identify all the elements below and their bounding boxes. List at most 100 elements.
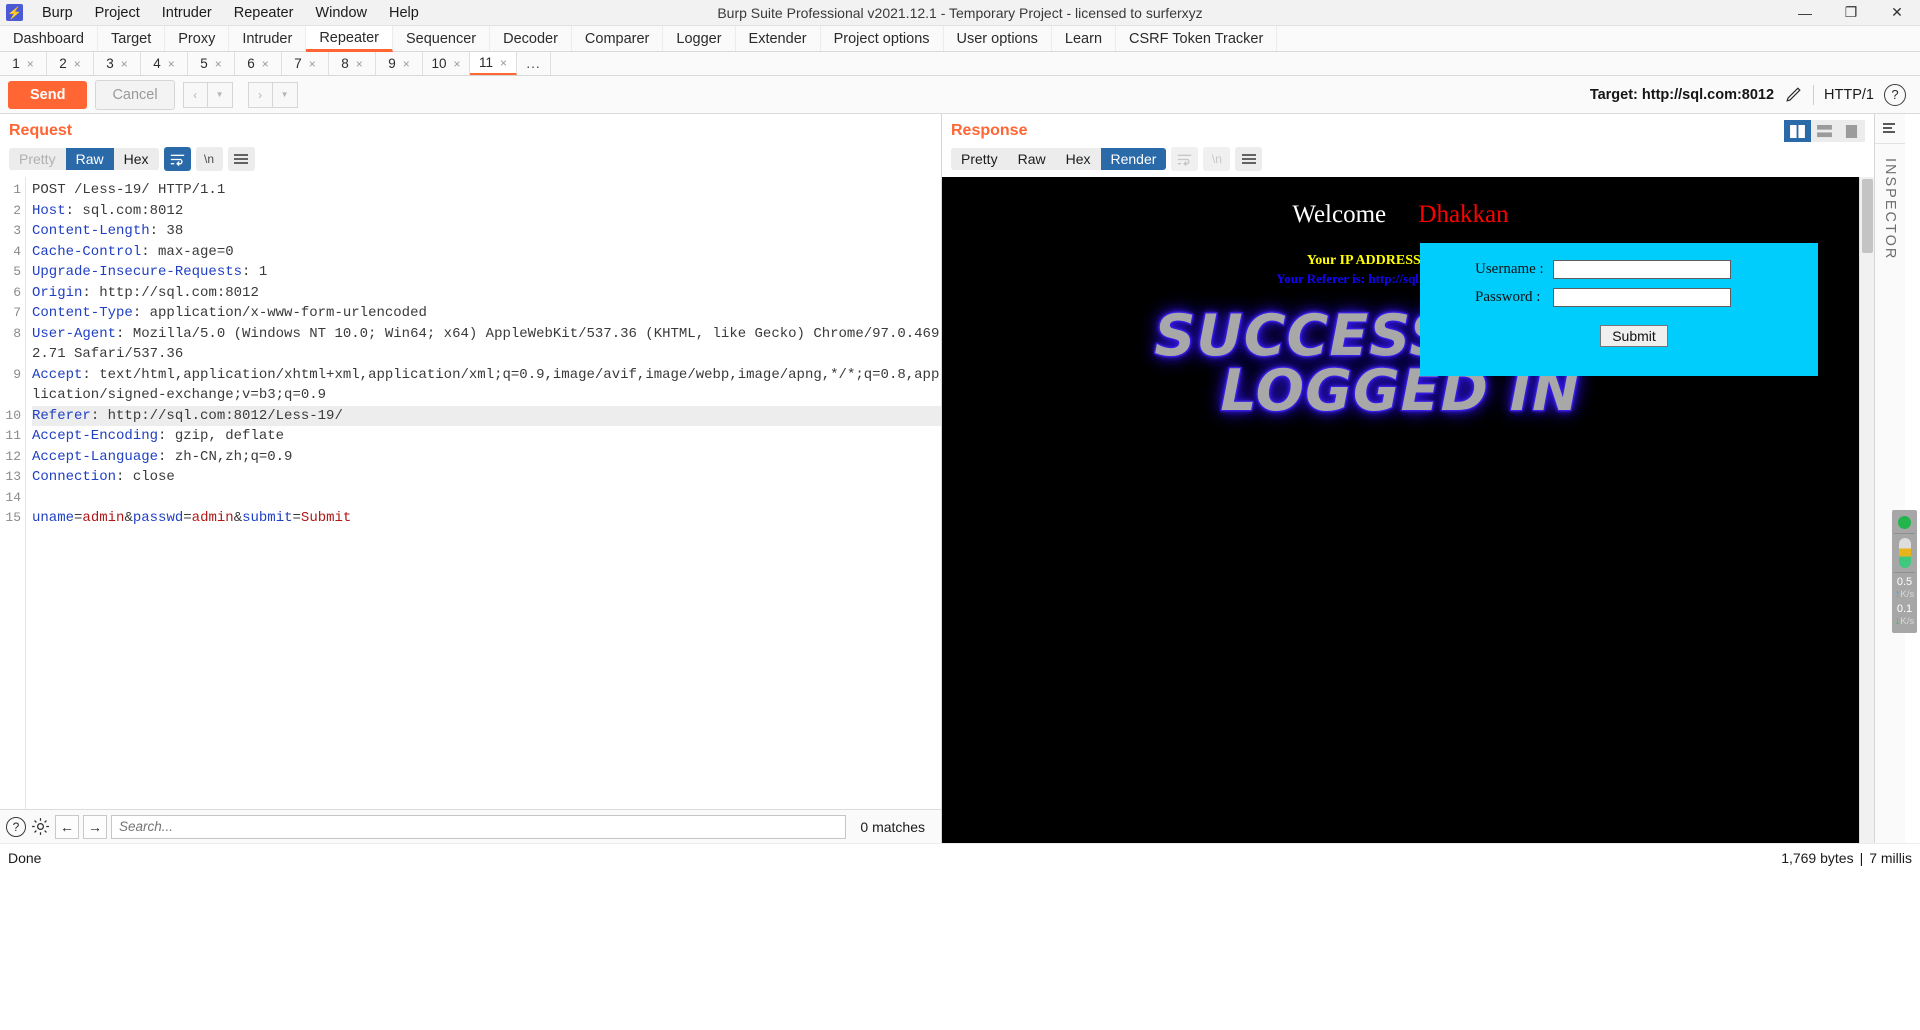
code-line[interactable]: User-Agent: Mozilla/5.0 (Windows NT 10.0… xyxy=(32,324,941,365)
repeater-tab-6[interactable]: 6 × xyxy=(235,52,282,75)
submit-button[interactable]: Submit xyxy=(1600,325,1668,347)
forward-history-dropdown[interactable]: ▼ xyxy=(272,81,298,108)
tab-project-options[interactable]: Project options xyxy=(821,26,944,51)
close-button[interactable]: ✕ xyxy=(1874,0,1920,25)
tab-logger[interactable]: Logger xyxy=(663,26,736,51)
repeater-tab-11[interactable]: 11 × xyxy=(470,52,517,75)
code-line[interactable]: Referer: http://sql.com:8012/Less-19/ xyxy=(32,405,941,426)
newline-icon[interactable]: \n xyxy=(195,147,223,171)
tab-csrf-token-tracker[interactable]: CSRF Token Tracker xyxy=(1116,26,1278,51)
tab-target[interactable]: Target xyxy=(98,26,166,51)
repeater-tab-9[interactable]: 9 × xyxy=(376,52,423,75)
tab-repeater[interactable]: Repeater xyxy=(306,26,393,52)
response-tab-hex[interactable]: Hex xyxy=(1055,148,1101,170)
code-line[interactable]: Accept-Encoding: gzip, deflate xyxy=(32,426,941,447)
code-line[interactable]: Cache-Control: max-age=0 xyxy=(32,242,941,263)
response-menu-icon[interactable] xyxy=(1235,147,1263,171)
close-icon[interactable]: × xyxy=(168,57,175,71)
search-next-button[interactable]: → xyxy=(83,814,107,839)
split-vertical-view-button[interactable] xyxy=(1784,120,1811,142)
username-field[interactable] xyxy=(1553,260,1731,279)
code-line[interactable]: Content-Length: 38 xyxy=(32,221,941,242)
tab-proxy[interactable]: Proxy xyxy=(165,26,230,51)
close-icon[interactable]: × xyxy=(27,57,34,71)
close-icon[interactable]: × xyxy=(309,57,316,71)
close-icon[interactable]: × xyxy=(403,57,410,71)
tab-dashboard[interactable]: Dashboard xyxy=(0,26,98,51)
tab-decoder[interactable]: Decoder xyxy=(490,26,572,51)
repeater-tab-5[interactable]: 5 × xyxy=(188,52,235,75)
code-line[interactable]: uname=admin&passwd=admin&submit=Submit xyxy=(32,508,941,529)
code-line[interactable]: Connection: close xyxy=(32,467,941,488)
minimize-button[interactable]: — xyxy=(1782,0,1828,25)
request-tab-raw[interactable]: Raw xyxy=(65,148,114,170)
back-button[interactable]: ‹ xyxy=(182,81,208,108)
response-scrollbar[interactable] xyxy=(1859,177,1874,843)
repeater-tab-2[interactable]: 2 × xyxy=(47,52,94,75)
gear-icon[interactable] xyxy=(30,816,51,837)
back-history-dropdown[interactable]: ▼ xyxy=(207,81,233,108)
tab-sequencer[interactable]: Sequencer xyxy=(393,26,491,51)
repeater-tab-10[interactable]: 10 × xyxy=(423,52,470,75)
close-icon[interactable]: × xyxy=(356,57,363,71)
tab-learn[interactable]: Learn xyxy=(1052,26,1117,51)
pencil-icon[interactable] xyxy=(1784,85,1803,104)
repeater-tab-3[interactable]: 3 × xyxy=(94,52,141,75)
help-icon[interactable]: ? xyxy=(1884,83,1906,106)
menu-item-intruder[interactable]: Intruder xyxy=(151,2,223,24)
close-icon[interactable]: × xyxy=(454,57,461,71)
tab-user-options[interactable]: User options xyxy=(944,26,1052,51)
performance-indicator[interactable]: 0.5 ↑K/s 0.1 ↓K/s xyxy=(1892,510,1917,634)
maximize-button[interactable]: ❐ xyxy=(1828,0,1874,25)
code-line[interactable]: Accept-Language: zh-CN,zh;q=0.9 xyxy=(32,447,941,468)
search-help-icon[interactable]: ? xyxy=(6,816,26,837)
response-tab-raw[interactable]: Raw xyxy=(1007,148,1056,170)
code-line[interactable]: Host: sql.com:8012 xyxy=(32,201,941,222)
menu-item-window[interactable]: Window xyxy=(304,2,378,24)
menu-item-project[interactable]: Project xyxy=(84,2,151,24)
response-newline-icon[interactable]: \n xyxy=(1203,147,1231,171)
inspector-collapse-icon[interactable] xyxy=(1875,114,1905,144)
close-icon[interactable]: × xyxy=(121,57,128,71)
code-line[interactable]: Upgrade-Insecure-Requests: 1 xyxy=(32,262,941,283)
code-line[interactable]: Content-Type: application/x-www-form-url… xyxy=(32,303,941,324)
menu-item-help[interactable]: Help xyxy=(378,2,430,24)
request-tab-hex[interactable]: Hex xyxy=(113,148,159,170)
cancel-button[interactable]: Cancel xyxy=(95,79,175,110)
repeater-tab-8[interactable]: 8 × xyxy=(329,52,376,75)
request-body[interactable]: POST /Less-19/ HTTP/1.1 Host: sql.com:801… xyxy=(26,177,941,809)
repeater-tab-1[interactable]: 1 × xyxy=(0,52,47,75)
send-button[interactable]: Send xyxy=(8,80,88,109)
split-horizontal-view-button[interactable] xyxy=(1811,120,1838,142)
response-tab-render[interactable]: Render xyxy=(1100,148,1167,170)
search-prev-button[interactable]: ← xyxy=(55,814,79,839)
tab-comparer[interactable]: Comparer xyxy=(572,26,664,51)
tab-intruder[interactable]: Intruder xyxy=(229,26,307,51)
request-menu-icon[interactable] xyxy=(227,147,255,171)
code-line[interactable]: Accept: text/html,application/xhtml+xml,… xyxy=(32,365,941,406)
request-tab-pretty[interactable]: Pretty xyxy=(9,148,66,170)
response-scrollbar-thumb[interactable] xyxy=(1862,179,1873,253)
http-version-label[interactable]: HTTP/1 xyxy=(1824,87,1874,103)
repeater-tab-overflow[interactable]: ... xyxy=(517,52,551,75)
close-icon[interactable]: × xyxy=(215,57,222,71)
pane-drag-handle[interactable]: ⋮⋮ xyxy=(938,490,941,517)
code-line[interactable]: Origin: http://sql.com:8012 xyxy=(32,283,941,304)
close-icon[interactable]: × xyxy=(262,57,269,71)
repeater-tab-7[interactable]: 7 × xyxy=(282,52,329,75)
code-line[interactable] xyxy=(32,488,941,509)
request-editor[interactable]: 1 2 3 4 5 6 7 8 9 10 11 12 13 14 15 POST /Less-19/ HTT… xyxy=(0,177,941,809)
word-wrap-icon[interactable] xyxy=(163,147,191,171)
single-pane-view-button[interactable] xyxy=(1838,120,1865,142)
code-line[interactable]: POST /Less-19/ HTTP/1.1 xyxy=(32,180,941,201)
menu-item-burp[interactable]: Burp xyxy=(31,2,84,24)
search-input[interactable] xyxy=(111,814,847,839)
close-icon[interactable]: × xyxy=(500,56,507,70)
response-render-view[interactable]: Welcome Dhakkan Username : Password : Su… xyxy=(942,177,1859,843)
tab-extender[interactable]: Extender xyxy=(736,26,821,51)
close-icon[interactable]: × xyxy=(74,57,81,71)
response-word-wrap-icon[interactable] xyxy=(1171,147,1199,171)
password-field[interactable] xyxy=(1553,288,1731,307)
forward-button[interactable]: › xyxy=(247,81,273,108)
response-tab-pretty[interactable]: Pretty xyxy=(951,148,1008,170)
